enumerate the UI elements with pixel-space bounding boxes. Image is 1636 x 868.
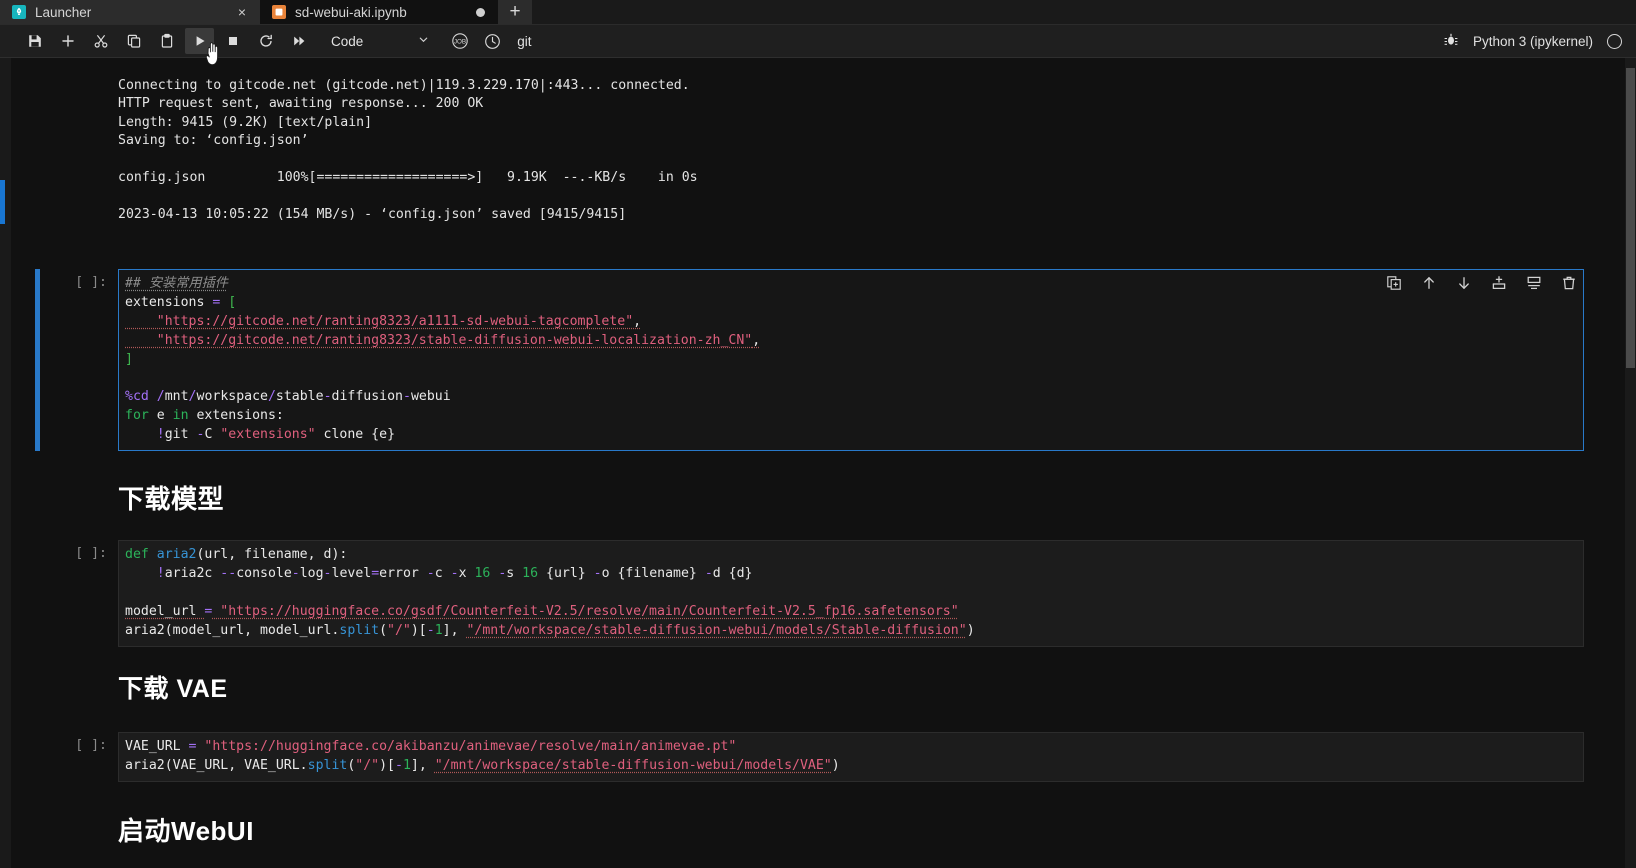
- code-cell-selected[interactable]: [ ]: ## 安装常用插件 extensions = [ "https://g…: [11, 269, 1625, 452]
- history-clock-icon[interactable]: [478, 28, 507, 54]
- cell-editor[interactable]: ## 安装常用插件 extensions = [ "https://gitcod…: [118, 269, 1584, 452]
- duplicate-cell-icon[interactable]: [1386, 275, 1402, 291]
- interrupt-kernel-button[interactable]: [218, 28, 247, 54]
- cell-editor[interactable]: def aria2(url, filename, d): !aria2c --c…: [118, 540, 1584, 647]
- code-line: "https://gitcode.net/ranting8323/stable-…: [125, 332, 761, 348]
- tab-notebook[interactable]: sd-webui-aki.ipynb: [260, 0, 498, 24]
- new-tab-button[interactable]: +: [498, 0, 532, 24]
- code-line: ]: [125, 351, 133, 367]
- output-line: Connecting to gitcode.net (gitcode.net)|…: [118, 77, 690, 93]
- close-icon[interactable]: ×: [234, 4, 250, 20]
- code-line: aria2(VAE_URL, VAE_URL.split("/")[-1], "…: [125, 757, 840, 773]
- notebook-icon: [272, 5, 286, 19]
- output-blank-line: [118, 152, 126, 167]
- output-line: HTTP request sent, awaiting response... …: [118, 96, 484, 111]
- insert-cell-button[interactable]: [53, 28, 82, 54]
- output-line: 2023-04-13 10:05:22 (154 MB/s) - ‘config…: [118, 207, 627, 222]
- cell-selection-bar: [35, 269, 40, 452]
- code-line: !git -C "extensions" clone {e}: [156, 427, 396, 443]
- cell-type-value: Code: [331, 33, 364, 49]
- cell-editor[interactable]: VAE_URL = "https://huggingface.co/akiban…: [118, 731, 1584, 782]
- code-line: def aria2(url, filename, d):: [125, 547, 348, 563]
- left-rail: [0, 58, 11, 868]
- code-line: !aria2c --console-log-level=error -c -x …: [156, 566, 753, 582]
- restart-kernel-button[interactable]: [251, 28, 280, 54]
- code-line: model_url = "https://huggingface.co/gsdf…: [125, 603, 959, 619]
- kernel-name-label[interactable]: Python 3 (ipykernel): [1473, 34, 1593, 49]
- markdown-heading[interactable]: 启动WebUI: [11, 814, 1625, 848]
- cell-prompt: [ ]:: [75, 546, 107, 562]
- notebook-body[interactable]: Connecting to gitcode.net (gitcode.net)|…: [11, 58, 1625, 868]
- insert-cell-below-icon[interactable]: [1491, 275, 1507, 291]
- code-line: aria2(model_url, model_url.split("/")[-1…: [125, 622, 975, 638]
- cell-prompt: [ ]:: [75, 737, 107, 753]
- tab-launcher[interactable]: Launcher ×: [0, 0, 260, 24]
- cut-cells-button[interactable]: [86, 28, 115, 54]
- kernel-status-indicator[interactable]: [1607, 33, 1622, 49]
- tab-bar: Launcher × sd-webui-aki.ipynb +: [0, 0, 1636, 25]
- save-button[interactable]: [20, 28, 49, 54]
- rail-active-marker: [0, 180, 5, 224]
- unsaved-changes-icon[interactable]: [472, 4, 488, 20]
- git-button[interactable]: git: [517, 34, 531, 49]
- code-line: for e in extensions:: [125, 408, 284, 424]
- scrollbar-thumb[interactable]: [1626, 68, 1635, 368]
- cell-type-select[interactable]: Code: [331, 29, 429, 53]
- copy-cells-button[interactable]: [119, 28, 148, 54]
- tab-launcher-label: Launcher: [35, 4, 92, 20]
- move-cell-down-icon[interactable]: [1456, 275, 1472, 291]
- rocket-icon: [12, 5, 26, 19]
- run-cell-button[interactable]: [185, 28, 214, 54]
- notebook-toolbar: Code JOB git Python 3 (ipykernel): [0, 25, 1636, 58]
- code-cell-download-vae[interactable]: [ ]: VAE_URL = "https://huggingface.co/a…: [11, 731, 1625, 782]
- tab-notebook-label: sd-webui-aki.ipynb: [295, 4, 407, 20]
- move-cell-up-icon[interactable]: [1421, 275, 1437, 291]
- markdown-heading[interactable]: 下载 VAE: [11, 673, 1625, 706]
- output-line: config.json 100%[===================>] 9…: [118, 170, 698, 185]
- vertical-scrollbar[interactable]: [1625, 58, 1636, 868]
- merge-cells-icon[interactable]: [1526, 275, 1542, 291]
- debugger-icon[interactable]: [1443, 32, 1459, 51]
- chevron-down-icon: [418, 34, 429, 48]
- markdown-heading[interactable]: 下载模型: [11, 482, 1625, 516]
- code-line: "https://gitcode.net/ranting8323/a1111-s…: [125, 313, 642, 329]
- code-line: extensions = [: [125, 294, 237, 310]
- code-line: ## 安装常用插件: [125, 276, 228, 291]
- cell-prompt: [ ]:: [75, 275, 107, 290]
- output-line: Saving to: ‘config.json’: [118, 133, 309, 148]
- restart-and-run-all-button[interactable]: [284, 28, 313, 54]
- code-cell-download-model[interactable]: [ ]: def aria2(url, filename, d): !aria2…: [11, 540, 1625, 647]
- delete-cell-icon[interactable]: [1561, 275, 1577, 291]
- job-icon[interactable]: JOB: [445, 28, 474, 54]
- paste-cells-button[interactable]: [152, 28, 181, 54]
- code-line: VAE_URL = "https://huggingface.co/akiban…: [125, 738, 737, 754]
- svg-text:JOB: JOB: [454, 39, 466, 46]
- output-blank-line: [118, 189, 126, 204]
- cell-output-stream: Connecting to gitcode.net (gitcode.net)|…: [11, 58, 1625, 243]
- output-line: Length: 9415 (9.2K) [text/plain]: [118, 114, 373, 130]
- cell-action-toolbar[interactable]: [1386, 275, 1577, 291]
- toolbar-right-group: Python 3 (ipykernel): [1443, 32, 1636, 51]
- code-line: %cd /mnt/workspace/stable-diffusion-webu…: [125, 389, 451, 405]
